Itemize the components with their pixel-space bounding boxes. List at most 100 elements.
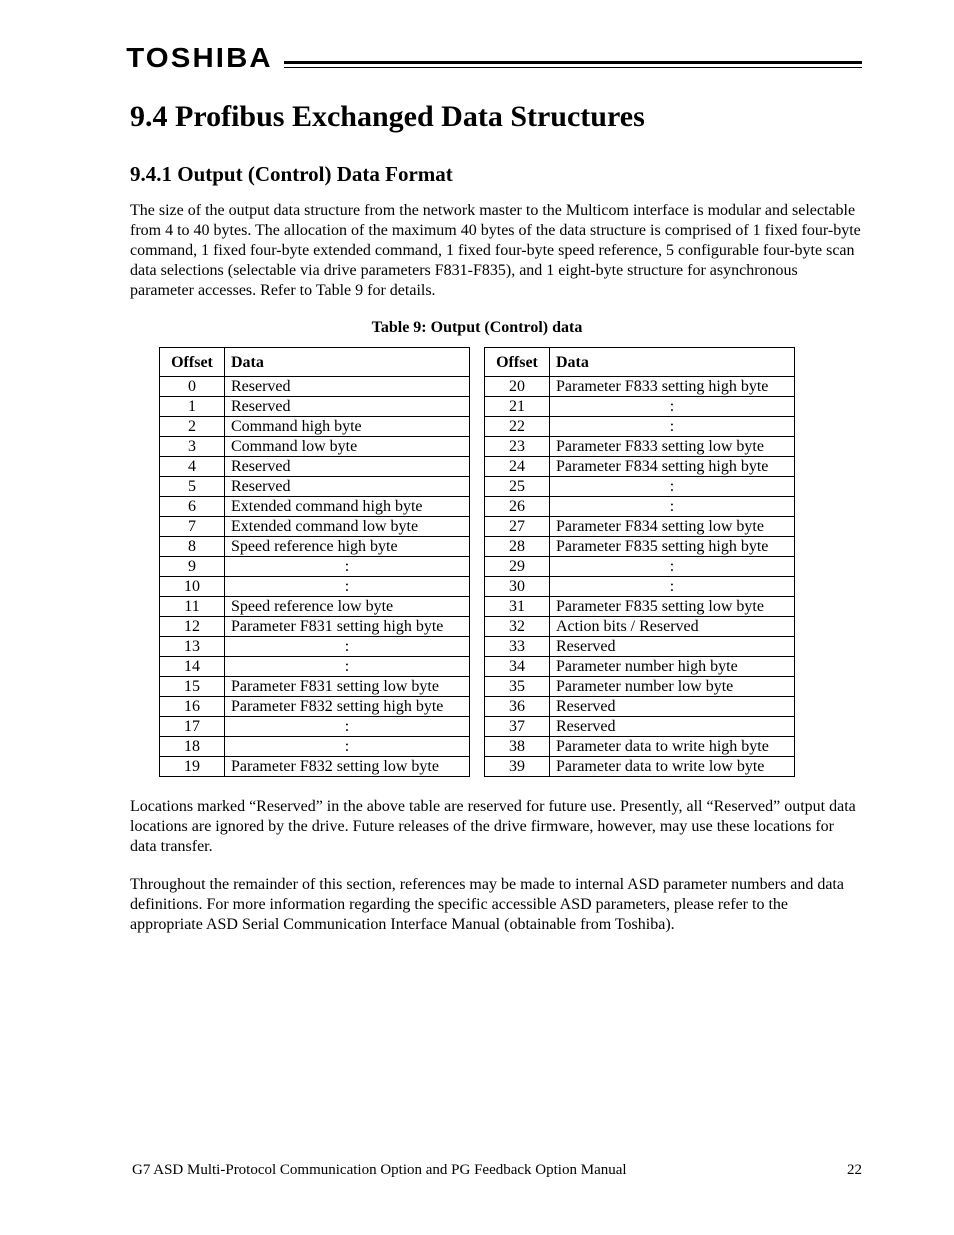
data-cell: Parameter F832 setting high byte <box>225 697 470 717</box>
paragraph-2: Locations marked “Reserved” in the above… <box>130 797 862 857</box>
data-cell: : <box>550 497 795 517</box>
data-cell: : <box>225 737 470 757</box>
offset-cell: 31 <box>485 597 550 617</box>
table-row: 9: <box>160 557 470 577</box>
data-cell: : <box>225 557 470 577</box>
paragraph-1: The size of the output data structure fr… <box>130 201 862 301</box>
data-cell: Parameter F834 setting high byte <box>550 457 795 477</box>
table-row: 29: <box>485 557 795 577</box>
data-cell: Extended command low byte <box>225 517 470 537</box>
table-row: 30: <box>485 577 795 597</box>
table-row: 18: <box>160 737 470 757</box>
brand-logo: TOSHIBA <box>126 44 283 72</box>
table-row: 12Parameter F831 setting high byte <box>160 617 470 637</box>
table-row: 0Reserved <box>160 377 470 397</box>
data-cell: Command high byte <box>225 417 470 437</box>
offset-cell: 36 <box>485 697 550 717</box>
offset-cell: 3 <box>160 437 225 457</box>
offset-cell: 14 <box>160 657 225 677</box>
offset-cell: 29 <box>485 557 550 577</box>
data-cell: Command low byte <box>225 437 470 457</box>
offset-cell: 1 <box>160 397 225 417</box>
data-cell: Parameter F832 setting low byte <box>225 757 470 777</box>
data-cell: Reserved <box>550 637 795 657</box>
table-row: 32Action bits / Reserved <box>485 617 795 637</box>
footer-title: G7 ASD Multi-Protocol Communication Opti… <box>132 1162 627 1179</box>
data-cell: Reserved <box>225 477 470 497</box>
table-row: 1Reserved <box>160 397 470 417</box>
offset-cell: 33 <box>485 637 550 657</box>
table-row: 21: <box>485 397 795 417</box>
offset-cell: 32 <box>485 617 550 637</box>
table-row: 15Parameter F831 setting low byte <box>160 677 470 697</box>
page: TOSHIBA 9.4 Profibus Exchanged Data Stru… <box>0 0 954 1235</box>
table-row: 31Parameter F835 setting low byte <box>485 597 795 617</box>
offset-cell: 28 <box>485 537 550 557</box>
data-cell: : <box>550 577 795 597</box>
offset-cell: 0 <box>160 377 225 397</box>
table-row: 28Parameter F835 setting high byte <box>485 537 795 557</box>
table-row: 23Parameter F833 setting low byte <box>485 437 795 457</box>
offset-cell: 2 <box>160 417 225 437</box>
table-row: 34Parameter number high byte <box>485 657 795 677</box>
table-header-offset: Offset <box>160 348 225 377</box>
offset-cell: 17 <box>160 717 225 737</box>
page-footer: G7 ASD Multi-Protocol Communication Opti… <box>132 1162 862 1179</box>
data-cell: : <box>225 717 470 737</box>
table-row: 16Parameter F832 setting high byte <box>160 697 470 717</box>
offset-cell: 34 <box>485 657 550 677</box>
data-cell: : <box>550 477 795 497</box>
table-row: 22: <box>485 417 795 437</box>
data-cell: Action bits / Reserved <box>550 617 795 637</box>
data-cell: Parameter F831 setting low byte <box>225 677 470 697</box>
table-row: 5Reserved <box>160 477 470 497</box>
offset-cell: 7 <box>160 517 225 537</box>
table-9-left: Offset Data 0Reserved1Reserved2Command h… <box>159 347 470 777</box>
offset-cell: 23 <box>485 437 550 457</box>
data-cell: Parameter F833 setting low byte <box>550 437 795 457</box>
data-cell: Reserved <box>550 717 795 737</box>
offset-cell: 18 <box>160 737 225 757</box>
table-row: 11Speed reference low byte <box>160 597 470 617</box>
offset-cell: 39 <box>485 757 550 777</box>
table-header-data: Data <box>225 348 470 377</box>
paragraph-3: Throughout the remainder of this section… <box>130 875 862 935</box>
table-row: 24Parameter F834 setting high byte <box>485 457 795 477</box>
offset-cell: 10 <box>160 577 225 597</box>
table-row: 37Reserved <box>485 717 795 737</box>
data-cell: Parameter F834 setting low byte <box>550 517 795 537</box>
data-cell: Parameter data to write high byte <box>550 737 795 757</box>
offset-cell: 15 <box>160 677 225 697</box>
data-cell: Parameter data to write low byte <box>550 757 795 777</box>
data-cell: Parameter F835 setting low byte <box>550 597 795 617</box>
offset-cell: 35 <box>485 677 550 697</box>
table-row: 38Parameter data to write high byte <box>485 737 795 757</box>
table-row: 25: <box>485 477 795 497</box>
header: TOSHIBA <box>130 44 862 72</box>
offset-cell: 16 <box>160 697 225 717</box>
table-row: 8Speed reference high byte <box>160 537 470 557</box>
offset-cell: 20 <box>485 377 550 397</box>
data-cell: Reserved <box>225 397 470 417</box>
table-header-offset: Offset <box>485 348 550 377</box>
offset-cell: 37 <box>485 717 550 737</box>
data-cell: : <box>550 557 795 577</box>
data-cell: Reserved <box>225 457 470 477</box>
offset-cell: 5 <box>160 477 225 497</box>
offset-cell: 19 <box>160 757 225 777</box>
data-cell: : <box>550 417 795 437</box>
table-9-right: Offset Data 20Parameter F833 setting hig… <box>484 347 795 777</box>
data-cell: : <box>225 577 470 597</box>
table-row: 17: <box>160 717 470 737</box>
table-row: 26: <box>485 497 795 517</box>
table-row: 19Parameter F832 setting low byte <box>160 757 470 777</box>
data-cell: Reserved <box>225 377 470 397</box>
table-row: 10: <box>160 577 470 597</box>
subsection-title: 9.4.1 Output (Control) Data Format <box>130 162 862 187</box>
table-row: 2Command high byte <box>160 417 470 437</box>
offset-cell: 4 <box>160 457 225 477</box>
data-cell: Parameter number low byte <box>550 677 795 697</box>
table-9: Offset Data 0Reserved1Reserved2Command h… <box>92 347 862 777</box>
header-rule <box>284 61 863 68</box>
offset-cell: 8 <box>160 537 225 557</box>
